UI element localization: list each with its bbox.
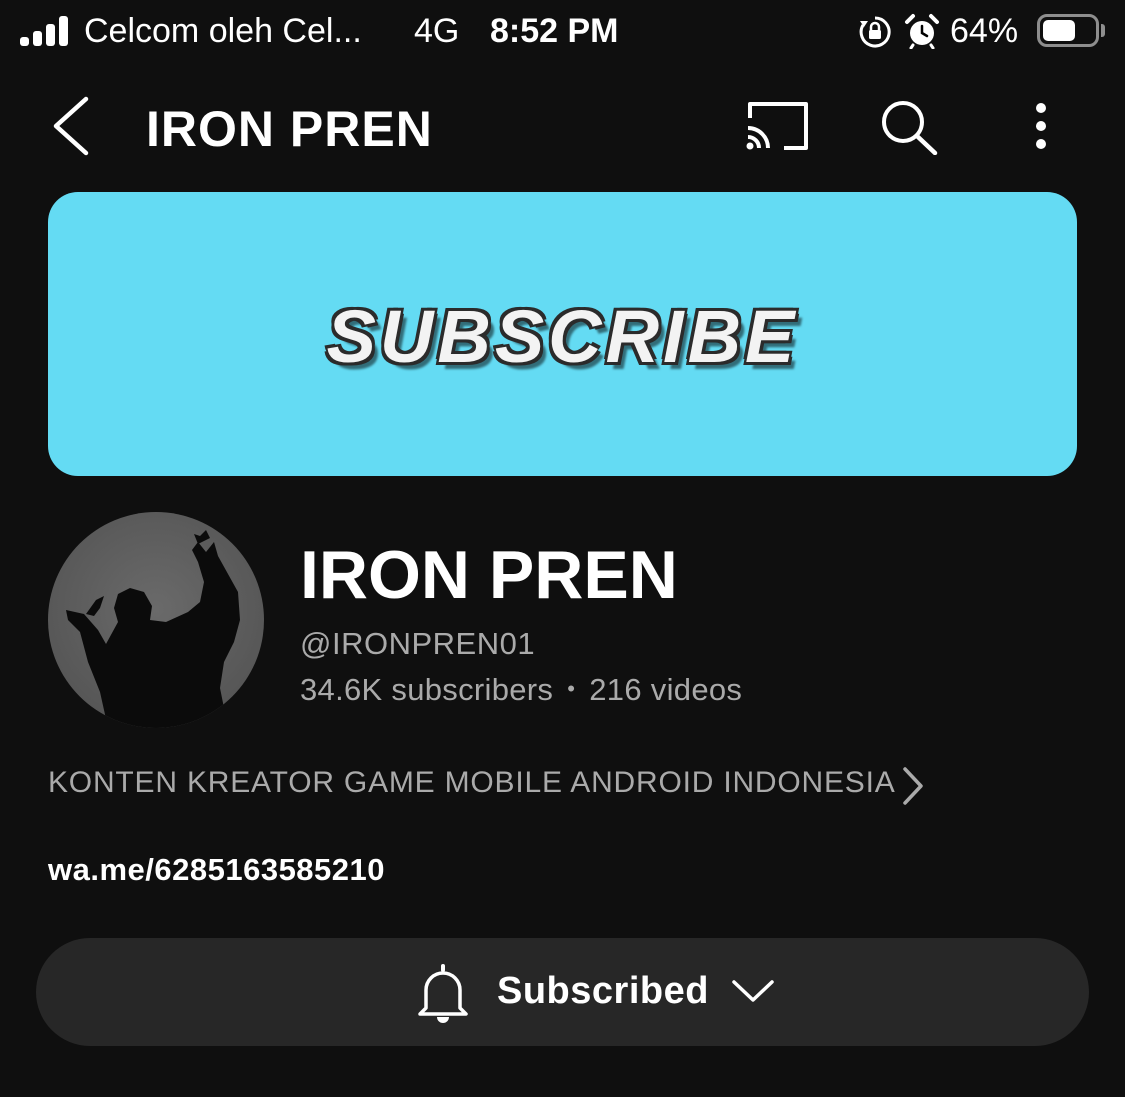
subscribed-button[interactable]: Subscribed xyxy=(36,938,1089,1046)
channel-stats: 34.6K subscribers • 216 videos xyxy=(300,672,742,708)
more-icon[interactable] xyxy=(1028,102,1054,152)
network-type: 4G xyxy=(414,12,460,50)
alarm-icon xyxy=(905,14,939,49)
channel-banner: SUBSCRIBE xyxy=(48,192,1077,476)
status-time: 8:52 PM xyxy=(490,12,619,50)
battery-cap xyxy=(1101,24,1105,37)
page-title: IRON PREN xyxy=(146,101,433,157)
search-icon[interactable] xyxy=(880,100,938,155)
channel-link[interactable]: wa.me/6285163585210 xyxy=(48,852,385,888)
battery-icon xyxy=(1037,14,1099,47)
channel-name: IRON PREN xyxy=(300,537,678,613)
channel-handle: @IRONPREN01 xyxy=(300,626,536,661)
channel-description[interactable]: KONTEN KREATOR GAME MOBILE ANDROID INDON… xyxy=(48,766,928,806)
status-bar: Celcom oleh Cel... 4G 8:52 PM 64% xyxy=(0,0,1125,64)
cast-icon[interactable] xyxy=(744,100,810,152)
bell-icon xyxy=(418,964,468,1023)
subscribed-label: Subscribed xyxy=(497,970,709,1012)
silhouette-image xyxy=(66,530,240,728)
description-text: KONTEN KREATOR GAME MOBILE ANDROID INDON… xyxy=(48,766,896,799)
carrier-name: Celcom oleh Cel... xyxy=(84,12,362,50)
subscriber-count: 34.6K subscribers xyxy=(300,672,554,707)
battery-percent: 64% xyxy=(950,12,1019,50)
back-icon[interactable] xyxy=(50,95,92,157)
chevron-right-icon xyxy=(903,767,923,805)
banner-text: SUBSCRIBE xyxy=(326,295,799,378)
chevron-down-icon xyxy=(732,980,774,1002)
signal-icon xyxy=(20,16,72,46)
battery-fill xyxy=(1043,20,1075,41)
rotation-lock-icon xyxy=(859,16,891,48)
avatar[interactable] xyxy=(48,512,264,728)
stats-separator: • xyxy=(567,676,576,701)
video-count: 216 videos xyxy=(589,672,743,707)
